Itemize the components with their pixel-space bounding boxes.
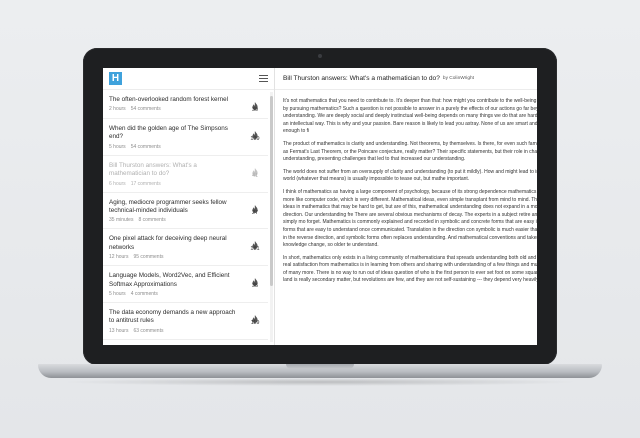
article-paragraph: In short, mathematics only exists in a l… bbox=[283, 254, 537, 284]
story-title[interactable]: One pixel attack for deceiving deep neur… bbox=[109, 235, 237, 252]
score-box[interactable]: 39 bbox=[246, 96, 264, 113]
story-comments[interactable]: 8 comments bbox=[138, 217, 165, 223]
article-header: Bill Thurston answers: What's a mathemat… bbox=[275, 68, 537, 90]
story-text: When did the golden age of The Simpsons … bbox=[109, 125, 237, 150]
story-score: 41 bbox=[251, 172, 259, 179]
story-item[interactable]: Language Models, Word2Vec, and Efficient… bbox=[103, 266, 268, 304]
story-item[interactable]: Aging, mediocre programmer seeks fellow … bbox=[103, 193, 268, 230]
laptop-screen: H The often-overlooked random forest ker… bbox=[103, 68, 537, 345]
story-item[interactable]: When did the golden age of The Simpsons … bbox=[103, 119, 268, 156]
story-title[interactable]: Bill Thurston answers: What's a mathemat… bbox=[109, 162, 237, 179]
story-comments[interactable]: 17 comments bbox=[131, 181, 161, 187]
story-time: 35 minutes bbox=[109, 217, 134, 224]
story-time: 5 hours bbox=[109, 143, 126, 150]
story-meta: 5 hours 4 comments bbox=[109, 291, 237, 297]
story-score: 35 bbox=[251, 283, 259, 290]
article-paragraph: It's not mathematics that you need to co… bbox=[283, 98, 537, 135]
flame-icon bbox=[246, 163, 264, 176]
laptop-notch bbox=[286, 364, 354, 369]
story-text: One pixel attack for deceiving deep neur… bbox=[109, 235, 237, 260]
story-title[interactable]: Aging, mediocre programmer seeks fellow … bbox=[109, 199, 237, 216]
story-comments[interactable]: 54 comments bbox=[131, 144, 161, 150]
story-time: 13 hours bbox=[109, 327, 129, 334]
story-meta: 35 minutes 8 comments bbox=[109, 217, 237, 223]
article-pane: Bill Thurston answers: What's a mathemat… bbox=[275, 68, 537, 345]
flame-icon bbox=[246, 236, 264, 250]
flame-icon bbox=[246, 97, 264, 110]
story-comments[interactable]: 63 comments bbox=[133, 328, 163, 334]
hamburger-menu-icon[interactable] bbox=[259, 75, 268, 82]
story-title[interactable]: Language Models, Word2Vec, and Efficient… bbox=[109, 272, 237, 289]
article-paragraph: The world does not suffer from an oversu… bbox=[283, 168, 537, 183]
story-meta: 12 hours 95 comments bbox=[109, 254, 237, 260]
story-meta: 5 hours 54 comments bbox=[109, 144, 237, 150]
score-box[interactable]: 181 bbox=[246, 235, 264, 252]
story-score: 119 bbox=[250, 320, 260, 327]
score-box[interactable]: 35 bbox=[246, 272, 264, 289]
app-logo[interactable]: H bbox=[109, 72, 122, 85]
story-comments[interactable]: 54 comments bbox=[131, 106, 161, 112]
story-comments[interactable]: 95 comments bbox=[133, 254, 163, 260]
story-score: 39 bbox=[251, 107, 259, 113]
story-list: The often-overlooked random forest kerne… bbox=[103, 90, 274, 345]
article-body: It's not mathematics that you need to co… bbox=[275, 90, 537, 285]
story-time: 6 hours bbox=[109, 180, 126, 187]
story-meta: 6 hours 17 comments bbox=[109, 181, 237, 187]
story-title[interactable]: When did the golden age of The Simpsons … bbox=[109, 125, 237, 142]
story-text: The often-overlooked random forest kerne… bbox=[109, 96, 237, 112]
story-meta: 2 hours 54 comments bbox=[109, 106, 237, 112]
flame-icon bbox=[246, 126, 264, 139]
article-title: Bill Thurston answers: What's a mathemat… bbox=[283, 75, 440, 82]
sidebar-scrollbar[interactable] bbox=[270, 92, 273, 342]
story-score: 181 bbox=[250, 246, 260, 253]
article-paragraph: I think of mathematics as having a large… bbox=[283, 188, 537, 249]
story-score: 27 bbox=[251, 209, 259, 216]
laptop-shadow bbox=[60, 378, 580, 386]
flame-icon bbox=[246, 273, 264, 287]
score-box[interactable]: 119 bbox=[246, 309, 264, 326]
score-box[interactable]: 139 bbox=[246, 125, 264, 142]
story-title[interactable]: The data economy demands a new approach … bbox=[109, 309, 237, 326]
story-sidebar: H The often-overlooked random forest ker… bbox=[103, 68, 275, 345]
story-time: 5 hours bbox=[109, 291, 126, 298]
story-score: 139 bbox=[250, 136, 260, 142]
story-text: Language Models, Word2Vec, and Efficient… bbox=[109, 272, 237, 297]
story-item[interactable]: A Visit to a Synthetic Cadaver Factory bbox=[103, 340, 268, 345]
scrollbar-thumb[interactable] bbox=[270, 96, 273, 286]
story-time: 2 hours bbox=[109, 106, 126, 113]
camera-dot bbox=[318, 54, 322, 58]
story-text: Aging, mediocre programmer seeks fellow … bbox=[109, 199, 237, 224]
flame-icon bbox=[246, 310, 264, 324]
score-box[interactable]: 27 bbox=[246, 199, 264, 216]
story-text: Bill Thurston answers: What's a mathemat… bbox=[109, 162, 237, 187]
story-item[interactable]: Bill Thurston answers: What's a mathemat… bbox=[103, 156, 268, 193]
flame-icon bbox=[246, 200, 264, 213]
story-meta: 13 hours 63 comments bbox=[109, 328, 237, 334]
laptop-lid: H The often-overlooked random forest ker… bbox=[83, 48, 557, 365]
story-item[interactable]: The data economy demands a new approach … bbox=[103, 303, 268, 340]
article-byline[interactable]: by ColinWright bbox=[443, 76, 474, 81]
story-item[interactable]: One pixel attack for deceiving deep neur… bbox=[103, 229, 268, 267]
story-item[interactable]: The often-overlooked random forest kerne… bbox=[103, 90, 268, 119]
story-text: The data economy demands a new approach … bbox=[109, 309, 237, 334]
sidebar-header: H bbox=[103, 68, 274, 90]
story-comments[interactable]: 4 comments bbox=[131, 291, 158, 297]
score-box[interactable]: 41 bbox=[246, 162, 264, 179]
article-paragraph: The product of mathematics is clarity an… bbox=[283, 140, 537, 163]
story-title[interactable]: The often-overlooked random forest kerne… bbox=[109, 96, 237, 104]
story-time: 12 hours bbox=[109, 254, 129, 261]
